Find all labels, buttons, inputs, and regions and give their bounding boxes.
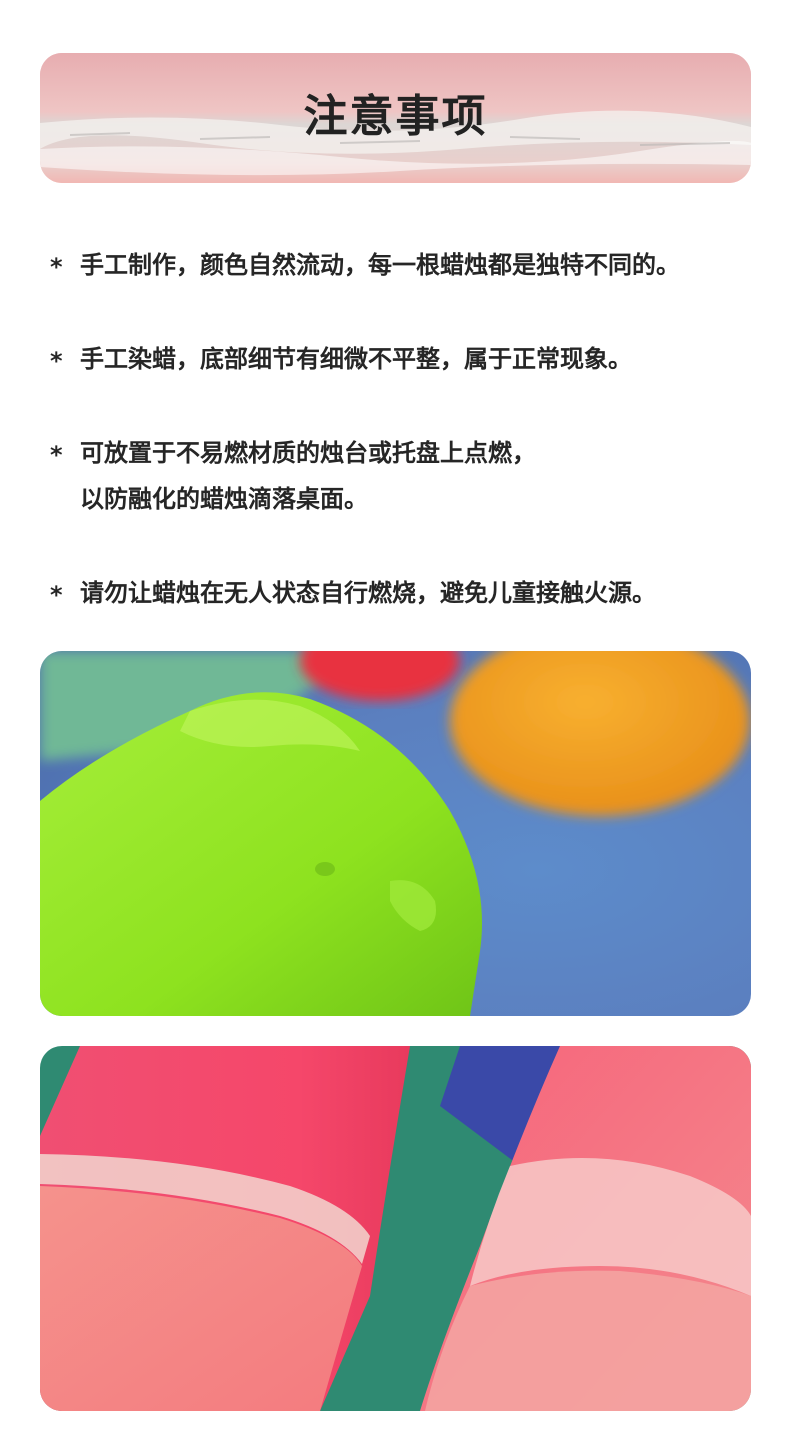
page-title: 注意事项 bbox=[303, 91, 488, 142]
note-item: * 手工染蜡，底部细节有细微不平整，属于正常现象。 bbox=[50, 338, 770, 380]
green-candle-photo bbox=[40, 651, 751, 1016]
note-item: * 请勿让蜡烛在无人状态自行燃烧，避免儿童接触火源。 bbox=[50, 572, 770, 614]
note-text: 可放置于不易燃材质的烛台或托盘上点燃， bbox=[80, 439, 536, 467]
note-item: * 手工制作，颜色自然流动，每一根蜡烛都是独特不同的。 bbox=[50, 244, 770, 286]
note-item: * 可放置于不易燃材质的烛台或托盘上点燃， 以防融化的蜡烛滴落桌面。 bbox=[50, 432, 770, 520]
note-text: 手工染蜡，底部细节有细微不平整，属于正常现象。 bbox=[80, 345, 632, 373]
bullet-star: * bbox=[50, 441, 63, 469]
bullet-star: * bbox=[50, 347, 63, 375]
note-text: 请勿让蜡烛在无人状态自行燃烧，避免儿童接触火源。 bbox=[80, 579, 656, 607]
bullet-star: * bbox=[50, 581, 63, 609]
pink-candles-photo bbox=[40, 1046, 751, 1411]
note-text: 以防融化的蜡烛滴落桌面。 bbox=[80, 485, 368, 513]
bullet-star: * bbox=[50, 253, 63, 281]
header-banner: 注意事项 bbox=[40, 53, 751, 183]
note-text: 手工制作，颜色自然流动，每一根蜡烛都是独特不同的。 bbox=[80, 251, 680, 279]
